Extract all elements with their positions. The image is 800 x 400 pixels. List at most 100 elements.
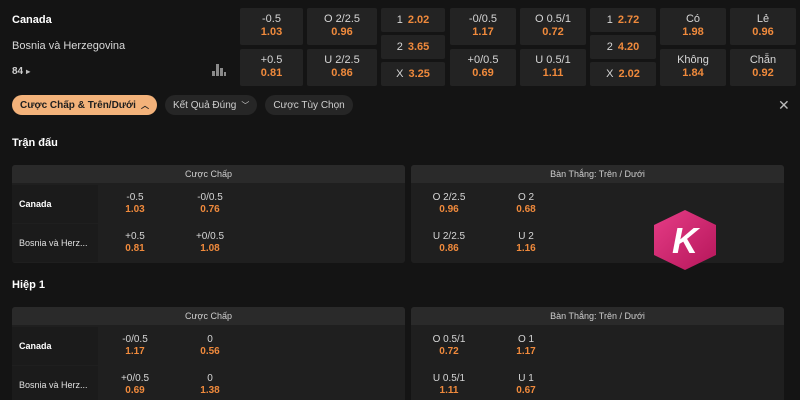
odds-value: 3.25 bbox=[408, 68, 430, 80]
odds-label: O 1 bbox=[517, 334, 535, 345]
odds-cell[interactable]: O 0.5/1 0.72 bbox=[414, 334, 484, 358]
odds-cell[interactable]: +0/0.5 1.08 bbox=[175, 231, 245, 255]
chip-label: Cược Tùy Chọn bbox=[273, 99, 345, 111]
odds-value: 1.17 bbox=[125, 346, 145, 357]
odds-cell[interactable]: O 2/2.5 0.96 bbox=[414, 192, 484, 216]
odds-half-1x2-home[interactable]: 1 2.72 bbox=[590, 8, 656, 32]
filter-custom-bet[interactable]: Cược Tùy Chọn bbox=[265, 95, 353, 115]
odds-cell[interactable]: +0/0.5 0.69 bbox=[100, 373, 170, 397]
chip-label: Kết Quả Đúng bbox=[172, 99, 237, 111]
odds-cell[interactable]: -0/0.5 0.76 bbox=[175, 192, 245, 216]
odds-half-over[interactable]: O 0.5/1 0.72 bbox=[520, 8, 586, 45]
odds-half-under[interactable]: U 0.5/1 1.11 bbox=[520, 49, 586, 86]
odds-label: 1 bbox=[396, 14, 403, 26]
odds-handicap-away[interactable]: +0.5 0.81 bbox=[240, 49, 303, 86]
full-match-ou-table: Bàn Thắng: Trên / Dưới O 2/2.5 0.96 O 2 … bbox=[411, 165, 784, 263]
odds-cell[interactable]: O 2 0.68 bbox=[491, 192, 561, 216]
odds-under[interactable]: U 2/2.5 0.86 bbox=[307, 49, 377, 86]
odds-label: U 0.5/1 bbox=[535, 54, 571, 66]
table-header: Cược Chấp bbox=[12, 165, 405, 183]
odds-value: 0.76 bbox=[200, 204, 220, 215]
table-header: Cược Chấp bbox=[12, 307, 405, 325]
odds-value: 1.98 bbox=[682, 26, 704, 38]
odds-cell[interactable]: 0 0.56 bbox=[175, 334, 245, 358]
odds-value: 0.67 bbox=[516, 385, 536, 396]
odds-label: X bbox=[606, 68, 614, 80]
team-cell-away: Bosnia và Herz... bbox=[12, 366, 98, 400]
odds-cell[interactable]: U 1 0.67 bbox=[491, 373, 561, 397]
odds-label: -0/0.5 bbox=[197, 192, 223, 203]
odds-label: U 2/2.5 bbox=[324, 54, 360, 66]
odds-half-1x2-draw[interactable]: X 2.02 bbox=[590, 62, 656, 86]
team-cell-home: Canada bbox=[12, 185, 98, 223]
odds-value: 2.02 bbox=[618, 68, 640, 80]
odds-value: 1.84 bbox=[682, 67, 704, 79]
odds-half-1x2-away[interactable]: 2 4.20 bbox=[590, 35, 656, 59]
odds-value: 1.38 bbox=[200, 385, 220, 396]
odds-value: 2.72 bbox=[617, 14, 640, 26]
odds-value: 0.92 bbox=[752, 67, 774, 79]
odds-value: 0.86 bbox=[331, 67, 353, 79]
odds-label: +0.5 bbox=[260, 54, 283, 66]
odds-1x2-home[interactable]: 1 2.02 bbox=[381, 8, 445, 32]
odds-cell[interactable]: -0/0.5 1.17 bbox=[100, 334, 170, 358]
odds-label: O 2/2.5 bbox=[323, 13, 361, 25]
odds-label: +0/0.5 bbox=[195, 231, 225, 242]
odds-odd[interactable]: Lẻ 0.96 bbox=[730, 8, 796, 45]
market-filter-bar: Cược Chấp & Trên/Dưới ︿ Kết Quả Đúng ﹀ Cượ… bbox=[12, 95, 361, 115]
odds-value: 0.72 bbox=[542, 26, 564, 38]
chip-label: Cược Chấp & Trên/Dưới bbox=[20, 99, 136, 111]
odds-cell[interactable]: U 2/2.5 0.86 bbox=[414, 231, 484, 255]
filter-correct-score[interactable]: Kết Quả Đúng ﹀ bbox=[164, 95, 258, 115]
odds-half-handicap-away[interactable]: +0/0.5 0.69 bbox=[450, 49, 516, 86]
brand-logo: K bbox=[654, 210, 716, 270]
odds-value: 0.81 bbox=[125, 243, 145, 254]
odds-cell[interactable]: U 2 1.16 bbox=[491, 231, 561, 255]
odds-btts-yes[interactable]: Có 1.98 bbox=[660, 8, 726, 45]
more-markets-link[interactable]: 84 ▸ bbox=[12, 66, 30, 77]
odds-half-handicap-home[interactable]: -0/0.5 1.17 bbox=[450, 8, 516, 45]
odds-label: 0 bbox=[207, 373, 213, 384]
odds-cell[interactable]: -0.5 1.03 bbox=[100, 192, 170, 216]
odds-1x2-away[interactable]: 2 3.65 bbox=[381, 35, 445, 59]
odds-label: O 2 bbox=[517, 192, 535, 203]
odds-over[interactable]: O 2/2.5 0.96 bbox=[307, 8, 377, 45]
odds-value: 0.72 bbox=[439, 346, 459, 357]
match-odds-strip: Canada Bosnia và Herzegovina 84 ▸ -0.5 1.… bbox=[0, 0, 800, 90]
statistics-icon[interactable] bbox=[212, 64, 226, 76]
odds-value: 0.96 bbox=[439, 204, 459, 215]
odds-cell[interactable]: +0.5 0.81 bbox=[100, 231, 170, 255]
full-match-handicap-table: Cược Chấp Canada Bosnia và Herz... -0.5 … bbox=[12, 165, 405, 263]
odds-value: 0.68 bbox=[516, 204, 536, 215]
match-teams[interactable]: Canada Bosnia và Herzegovina bbox=[0, 0, 232, 90]
odds-btts-no[interactable]: Không 1.84 bbox=[660, 49, 726, 86]
odds-label: 2 bbox=[396, 41, 403, 53]
chevron-up-icon: ︿ bbox=[140, 100, 149, 110]
odds-value: 0.69 bbox=[125, 385, 145, 396]
odds-label: Không bbox=[677, 54, 709, 66]
odds-label: +0/0.5 bbox=[120, 373, 150, 384]
team-cell-away: Bosnia và Herz... bbox=[12, 224, 98, 262]
odds-handicap-home[interactable]: -0.5 1.03 bbox=[240, 8, 303, 45]
filter-handicap-ou[interactable]: Cược Chấp & Trên/Dưới ︿ bbox=[12, 95, 157, 115]
close-icon[interactable]: ✕ bbox=[778, 97, 790, 114]
odds-label: 2 bbox=[606, 41, 613, 53]
odds-1x2-draw[interactable]: X 3.25 bbox=[381, 62, 445, 86]
first-half-ou-table: Bàn Thắng: Trên / Dưới O 0.5/1 0.72 O 1 … bbox=[411, 307, 784, 400]
odds-cell[interactable]: O 1 1.17 bbox=[491, 334, 561, 358]
odds-value: 1.11 bbox=[439, 385, 459, 396]
odds-label: X bbox=[396, 68, 404, 80]
odds-label: 0 bbox=[207, 334, 213, 345]
odds-value: 1.16 bbox=[516, 243, 536, 254]
odds-label: O 0.5/1 bbox=[534, 13, 572, 25]
odds-cell[interactable]: 0 1.38 bbox=[175, 373, 245, 397]
odds-even[interactable]: Chẵn 0.92 bbox=[730, 49, 796, 86]
odds-label: 1 bbox=[606, 14, 613, 26]
section-title-full-match: Trận đấu bbox=[12, 137, 58, 149]
odds-value: 0.96 bbox=[752, 26, 774, 38]
chevron-right-icon: ▸ bbox=[26, 67, 31, 76]
section-title-first-half: Hiệp 1 bbox=[12, 279, 46, 291]
team-cell-home: Canada bbox=[12, 327, 98, 365]
odds-label: -0.5 bbox=[262, 13, 281, 25]
odds-cell[interactable]: U 0.5/1 1.11 bbox=[414, 373, 484, 397]
